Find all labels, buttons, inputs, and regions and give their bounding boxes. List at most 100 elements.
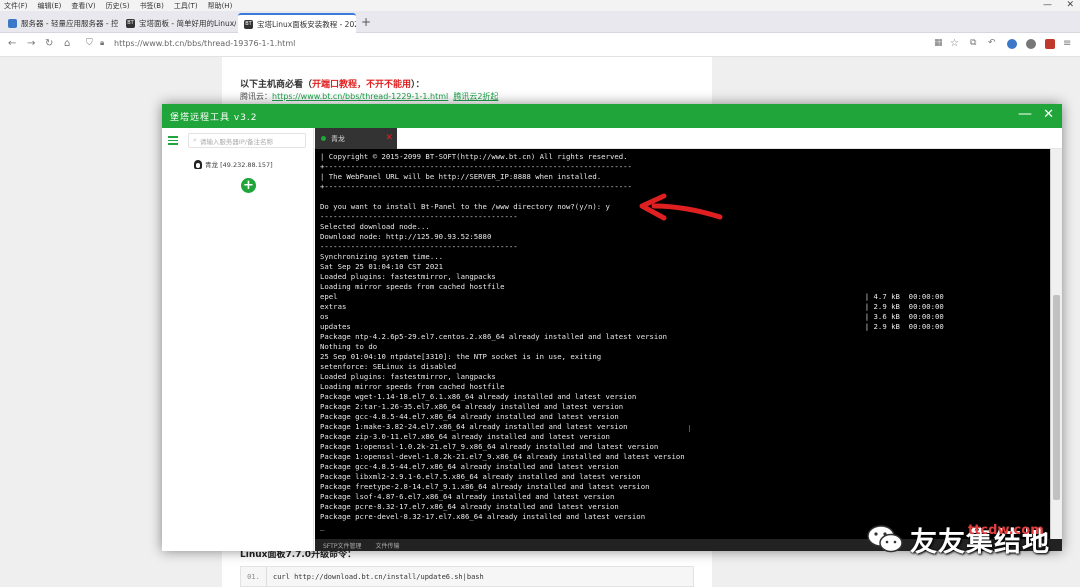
- bt-window-title: 堡塔远程工具 v3.2: [170, 113, 258, 123]
- terminal-tab[interactable]: 青龙 ✕: [315, 128, 397, 149]
- back-arrow-icon[interactable]: ←: [8, 38, 16, 49]
- terminal-line: +---------------------------------------…: [320, 182, 632, 191]
- menu-file[interactable]: 文件(F): [4, 1, 28, 11]
- heading-red-text: 开端口教程，不开不能用: [312, 80, 412, 90]
- watermark-overlay-text: ttcdw.com: [968, 523, 1044, 538]
- terminal-line: Synchronizing system time...: [320, 252, 444, 261]
- tab-label: 宝塔Linux面板安装教程 - 2021年: [257, 19, 356, 29]
- menu-bookmarks[interactable]: 书签(B): [140, 1, 164, 11]
- new-tab-button[interactable]: +: [361, 15, 371, 29]
- terminal-line: Loading mirror speeds from cached hostfi…: [320, 282, 505, 291]
- sftp-manager-link[interactable]: SFTP文件管理: [323, 541, 361, 550]
- bt-favicon-icon: BT: [126, 18, 135, 28]
- terminal-line: Loaded plugins: fastestmirror, langpacks: [320, 272, 496, 281]
- terminal-line: os | 3.6 kB 00:00:00: [320, 312, 944, 321]
- file-transfer-link[interactable]: 文件传输: [375, 541, 399, 550]
- terminal-line: Download node: http://125.90.93.52:5880: [320, 232, 492, 241]
- link-prefix: 腾讯云：: [240, 92, 272, 101]
- lock-icon[interactable]: 🔒︎: [100, 38, 104, 48]
- browser-tabbar: 服务器 - 轻量应用服务器 - 控制台 × BT 宝塔面板 - 简单好用的Lin…: [0, 11, 1080, 33]
- tencent-discount-link[interactable]: 腾讯云2折起: [453, 92, 498, 101]
- extension-blue-icon[interactable]: [1007, 39, 1017, 49]
- server-search-input[interactable]: ⌕ 请输入服务器IP/备注名称: [188, 133, 306, 148]
- server-list-item[interactable]: 青龙 [49.232.88.157]: [194, 159, 273, 169]
- terminal-line: extras | 2.9 kB 00:00:00: [320, 302, 944, 311]
- tab-label: 服务器 - 轻量应用服务器 - 控制台: [21, 18, 118, 28]
- terminal-scrollbar[interactable]: [1050, 149, 1062, 539]
- browser-tab-1[interactable]: 服务器 - 轻量应用服务器 - 控制台 ×: [2, 13, 118, 33]
- terminal-tabbar: 青龙 ✕: [314, 128, 1062, 149]
- terminal-line: Package gcc-4.8.5-44.el7.x86_64 already …: [320, 462, 619, 471]
- tencent-guide-link[interactable]: https://www.bt.cn/bbs/thread-1229-1-1.ht…: [272, 92, 448, 101]
- bt-titlebar: 堡塔远程工具 v3.2 — ✕: [162, 104, 1062, 128]
- window-close-button[interactable]: ✕: [1066, 0, 1074, 10]
- terminal-line: Package gcc-4.8.5-44.el7.x86_64 already …: [320, 412, 619, 421]
- menu-view[interactable]: 查看(V): [71, 1, 95, 11]
- close-icon[interactable]: ✕: [385, 133, 393, 143]
- terminal-line: Package libxml2-2.9.1-6.el7.5.x86_64 alr…: [320, 472, 641, 481]
- list-icon[interactable]: [168, 136, 178, 145]
- bookmark-star-icon[interactable]: ☆: [950, 38, 959, 49]
- watermark: 友友集结地 ttcdw.com: [866, 519, 1050, 559]
- terminal-line: epel | 4.7 kB 00:00:00: [320, 292, 944, 301]
- browser-tab-2[interactable]: BT 宝塔面板 - 简单好用的Linux/Wind ×: [120, 13, 236, 33]
- terminal-line: updates | 2.9 kB 00:00:00: [320, 322, 944, 331]
- reload-icon[interactable]: ↻: [45, 38, 53, 49]
- tab-label: 宝塔面板 - 简单好用的Linux/Wind: [139, 18, 236, 28]
- home-icon[interactable]: ⌂: [64, 38, 70, 49]
- forward-arrow-icon[interactable]: →: [27, 38, 35, 49]
- terminal-line: Package 2:tar-1.26-35.el7.x86_64 already…: [320, 402, 624, 411]
- red-arrow-annotation: [639, 193, 723, 221]
- terminal-line: Nothing to do: [320, 342, 378, 351]
- terminal-tab-label: 青龙: [331, 134, 345, 143]
- terminal-line: | Copyright © 2015-2099 BT-SOFT(http://w…: [320, 152, 628, 161]
- terminal-line: Loaded plugins: fastestmirror, langpacks: [320, 372, 496, 381]
- qr-code-icon[interactable]: ▦: [934, 38, 943, 48]
- code-line-number: 01.: [241, 567, 267, 586]
- menu-history[interactable]: 历史(S): [106, 1, 130, 11]
- menu-tools[interactable]: 工具(T): [174, 1, 198, 11]
- cloud-favicon-icon: [8, 18, 17, 28]
- search-icon: ⌕: [193, 136, 197, 144]
- menu-help[interactable]: 帮助(H): [208, 1, 233, 11]
- terminal-line: Package freetype-2.8-14.el7_9.1.x86_64 a…: [320, 482, 650, 491]
- connected-dot-icon: [321, 136, 326, 141]
- undo-icon[interactable]: ↶: [988, 38, 996, 48]
- window-minimize-button[interactable]: —: [1043, 0, 1052, 10]
- extension-red-icon[interactable]: [1045, 39, 1055, 49]
- article-link-row: 腾讯云：https://www.bt.cn/bbs/thread-1229-1-…: [240, 91, 498, 102]
- add-server-button[interactable]: +: [241, 178, 256, 193]
- search-placeholder: 请输入服务器IP/备注名称: [199, 137, 273, 146]
- scrollbar-thumb[interactable]: [1053, 295, 1060, 500]
- terminal-line: Package 1:make-3.82-24.el7.x86_64 alread…: [320, 422, 628, 431]
- bt-remote-tool-window: 堡塔远程工具 v3.2 — ✕ ⌕ 请输入服务器IP/备注名称 青龙 [49.2…: [162, 104, 1062, 551]
- terminal-line: Package zip-3.0-11.el7.x86_64 already in…: [320, 432, 610, 441]
- heading-prefix: 以下主机商必看（: [240, 80, 313, 90]
- bt-close-button[interactable]: ✕: [1043, 107, 1054, 122]
- bt-server-sidebar: ⌕ 请输入服务器IP/备注名称 青龙 [49.232.88.157] +: [162, 128, 314, 551]
- code-block: 01. curl http://download.bt.cn/install/u…: [240, 566, 694, 587]
- terminal-line: 25 Sep 01:04:10 ntpdate[3310]: the NTP s…: [320, 352, 602, 361]
- terminal-line: Package wget-1.14-18.el7_6.1.x86_64 alre…: [320, 392, 637, 401]
- code-text: curl http://download.bt.cn/install/updat…: [273, 572, 484, 581]
- bt-favicon-icon: BT: [244, 19, 253, 29]
- browser-tab-3[interactable]: BT 宝塔Linux面板安装教程 - 2021年 ×: [238, 13, 356, 33]
- terminal-line: ----------------------------------------…: [320, 242, 518, 251]
- address-bar[interactable]: https://www.bt.cn/bbs/thread-19376-1-1.h…: [114, 39, 295, 48]
- extension-gray-icon[interactable]: [1026, 39, 1036, 49]
- text-cursor-icon: I: [688, 424, 691, 435]
- terminal-line: Sat Sep 25 01:04:10 CST 2021: [320, 262, 444, 271]
- menu-edit[interactable]: 编辑(E): [38, 1, 62, 11]
- terminal-line: Package 1:openssl-devel-1.0.2k-21.el7_9.…: [320, 452, 685, 461]
- shield-icon[interactable]: ⛉: [86, 38, 93, 48]
- terminal-line: Package pcre-8.32-17.el7.x86_64 already …: [320, 502, 619, 511]
- terminal-line: setenforce: SELinux is disabled: [320, 362, 457, 371]
- terminal-line: Package lsof-4.87-6.el7.x86_64 already i…: [320, 492, 615, 501]
- browser-navbar: ← → ↻ ⌂ ⛉ 🔒︎ https://www.bt.cn/bbs/threa…: [0, 33, 1080, 57]
- heading-suffix: ）：: [411, 80, 425, 90]
- menu-hamburger-icon[interactable]: ≡: [1063, 38, 1071, 49]
- screenshot-icon[interactable]: ⧉: [970, 38, 976, 48]
- bt-minimize-button[interactable]: —: [1018, 106, 1032, 122]
- terminal-line: Loading mirror speeds from cached hostfi…: [320, 382, 505, 391]
- wechat-logo-icon: [867, 525, 903, 553]
